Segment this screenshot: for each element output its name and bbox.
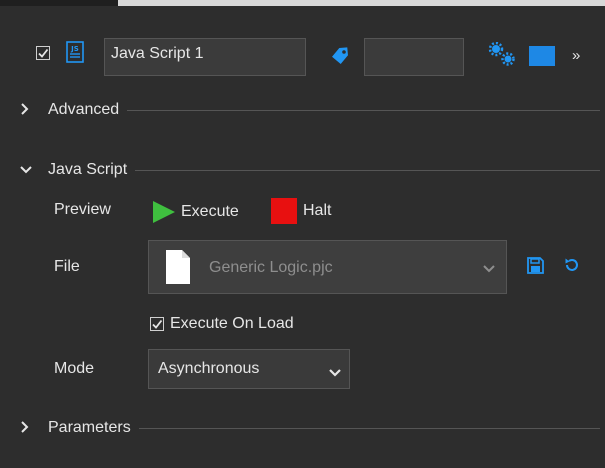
play-icon bbox=[153, 201, 175, 223]
checkbox-box bbox=[150, 317, 164, 331]
section-parameters[interactable]: Parameters bbox=[20, 416, 600, 440]
file-label: File bbox=[54, 258, 80, 275]
chevron-down-icon bbox=[329, 365, 341, 383]
top-strip bbox=[0, 0, 605, 6]
tag-input[interactable] bbox=[364, 38, 464, 76]
color-swatch[interactable] bbox=[529, 46, 555, 66]
section-java-script[interactable]: Java Script bbox=[20, 158, 600, 182]
tag-icon[interactable] bbox=[330, 46, 350, 68]
halt-label: Halt bbox=[303, 202, 332, 219]
section-advanced-label: Advanced bbox=[48, 101, 120, 118]
divider bbox=[127, 109, 600, 111]
chevron-right-icon bbox=[20, 420, 48, 436]
stop-icon bbox=[271, 198, 297, 224]
section-parameters-label: Parameters bbox=[48, 419, 131, 436]
javascript-file-icon: JS bbox=[66, 41, 84, 63]
divider bbox=[135, 169, 600, 171]
section-java-script-label: Java Script bbox=[48, 161, 128, 178]
enabled-checkbox[interactable] bbox=[36, 46, 50, 60]
mode-label: Mode bbox=[54, 360, 95, 377]
checkmark-icon bbox=[152, 319, 163, 329]
halt-button[interactable]: Halt bbox=[271, 198, 331, 224]
preview-label: Preview bbox=[54, 201, 111, 218]
file-selector[interactable]: Generic Logic.pjc bbox=[148, 240, 507, 294]
execute-on-load-label: Execute On Load bbox=[170, 315, 294, 332]
reload-icon[interactable] bbox=[564, 257, 580, 273]
divider bbox=[138, 427, 600, 429]
javascript-properties-panel: JS Java Script 1 » Advanced Java Script … bbox=[0, 0, 605, 468]
script-name-input[interactable]: Java Script 1 bbox=[104, 38, 306, 76]
mode-selected-value: Asynchronous bbox=[158, 360, 260, 377]
mode-select[interactable]: Asynchronous bbox=[148, 349, 350, 389]
settings-gears-icon[interactable] bbox=[488, 41, 518, 68]
svg-text:JS: JS bbox=[70, 45, 79, 53]
document-icon bbox=[165, 249, 191, 285]
save-icon[interactable] bbox=[527, 257, 544, 274]
more-options-icon[interactable]: » bbox=[572, 47, 580, 64]
execute-on-load-checkbox[interactable]: Execute On Load bbox=[150, 314, 294, 334]
execute-label: Execute bbox=[181, 203, 239, 220]
execute-button[interactable]: Execute bbox=[153, 199, 239, 225]
file-name: Generic Logic.pjc bbox=[209, 259, 333, 276]
chevron-right-icon bbox=[20, 102, 48, 118]
chevron-down-icon bbox=[20, 162, 48, 178]
checkmark-icon bbox=[38, 48, 49, 58]
chevron-down-icon bbox=[483, 261, 495, 273]
section-advanced[interactable]: Advanced bbox=[20, 98, 600, 122]
